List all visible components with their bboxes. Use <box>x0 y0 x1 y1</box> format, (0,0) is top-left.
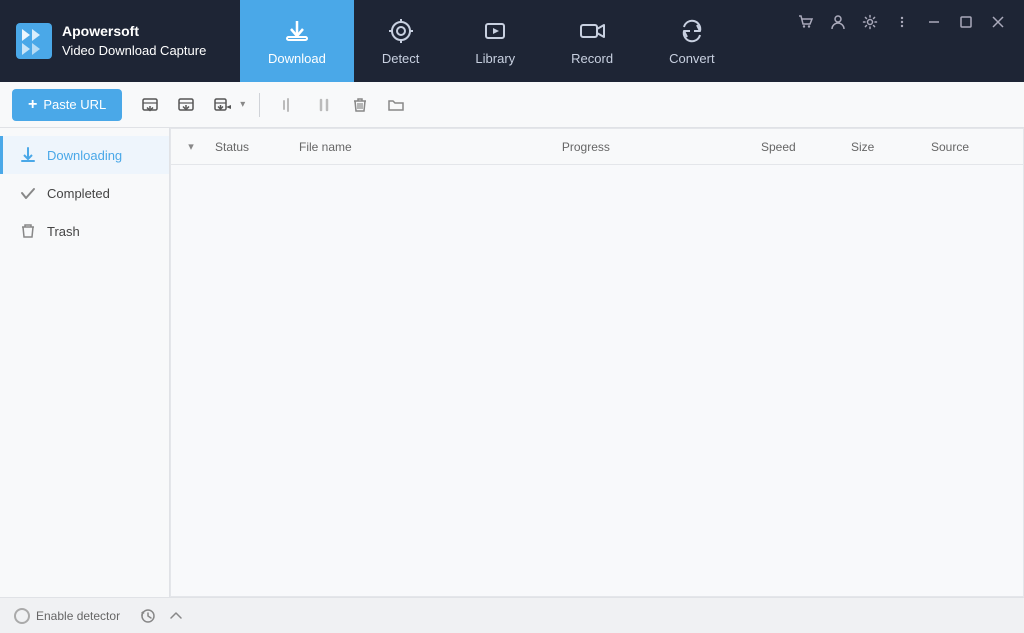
th-checkbox[interactable]: ▾ <box>171 140 211 153</box>
tab-download[interactable]: Download <box>240 0 354 82</box>
table-header: ▾ Status File name Progress Speed Size S… <box>171 129 1023 165</box>
history-icon <box>140 608 156 624</box>
download-options-icon <box>213 96 231 114</box>
company-name: Apowersoft <box>62 22 206 42</box>
tab-library[interactable]: Library <box>447 0 543 82</box>
th-status: Status <box>211 140 291 154</box>
import-browser-icon <box>141 96 159 114</box>
download-dropdown-arrow[interactable]: ▾ <box>238 97 247 112</box>
th-source: Source <box>923 140 1023 154</box>
toolbar-separator-1 <box>259 93 260 117</box>
download-url-icon <box>177 96 195 114</box>
app-logo-icon <box>16 23 52 59</box>
enable-detector-toggle[interactable]: Enable detector <box>14 608 120 624</box>
sidebar: Downloading Completed Trash <box>0 128 170 597</box>
toolbar: + Paste URL ▾ <box>0 82 1024 128</box>
main-area: Downloading Completed Trash ▾ Status Fil… <box>0 128 1024 597</box>
trash-sidebar-icon <box>19 222 37 240</box>
folder-icon <box>387 96 405 114</box>
completed-icon <box>19 184 37 202</box>
download-panel: ▾ Status File name Progress Speed Size S… <box>170 128 1024 597</box>
stop-icon <box>279 96 297 114</box>
statusbar-expand-button[interactable] <box>164 604 188 628</box>
library-tab-icon <box>481 17 509 45</box>
tab-record[interactable]: Record <box>543 0 641 82</box>
download-options-group: ▾ <box>206 89 247 121</box>
statusbar-history-button[interactable] <box>136 604 160 628</box>
record-tab-icon <box>578 17 606 45</box>
sidebar-item-trash[interactable]: Trash <box>0 212 169 250</box>
pause-button[interactable] <box>308 89 340 121</box>
convert-tab-icon <box>678 17 706 45</box>
sidebar-item-completed[interactable]: Completed <box>0 174 169 212</box>
pause-icon <box>315 96 333 114</box>
user-icon[interactable] <box>824 8 852 36</box>
cart-icon[interactable] <box>792 8 820 36</box>
table-body <box>171 165 1023 596</box>
app-logo: Apowersoft Video Download Capture <box>0 22 240 60</box>
th-filename: File name <box>291 140 554 154</box>
maximize-button[interactable] <box>952 8 980 36</box>
statusbar-controls <box>136 604 188 628</box>
stop-button[interactable] <box>272 89 304 121</box>
download-tab-icon <box>283 17 311 45</box>
trash-icon <box>351 96 369 114</box>
th-speed: Speed <box>753 140 843 154</box>
download-options-button[interactable] <box>206 89 238 121</box>
plus-icon: + <box>28 96 37 114</box>
statusbar: Enable detector <box>0 597 1024 633</box>
tab-detect[interactable]: Detect <box>354 0 448 82</box>
more-icon[interactable] <box>888 8 916 36</box>
logo-text: Apowersoft Video Download Capture <box>62 22 206 60</box>
header-dropdown-arrow[interactable]: ▾ <box>188 140 194 153</box>
settings-icon[interactable] <box>856 8 884 36</box>
app-title: Video Download Capture <box>62 42 206 60</box>
paste-url-button[interactable]: + Paste URL <box>12 89 122 121</box>
close-button[interactable] <box>984 8 1012 36</box>
download-url-button[interactable] <box>170 89 202 121</box>
open-folder-button[interactable] <box>380 89 412 121</box>
downloading-icon <box>19 146 37 164</box>
sidebar-item-downloading[interactable]: Downloading <box>0 136 169 174</box>
detector-status-indicator <box>14 608 30 624</box>
import-browser-button[interactable] <box>134 89 166 121</box>
window-controls <box>780 8 1024 36</box>
delete-button[interactable] <box>344 89 376 121</box>
minimize-button[interactable] <box>920 8 948 36</box>
th-progress: Progress <box>554 140 753 154</box>
detect-tab-icon <box>387 17 415 45</box>
chevron-up-icon <box>169 609 183 623</box>
titlebar: Apowersoft Video Download Capture Downlo… <box>0 0 1024 82</box>
tab-convert[interactable]: Convert <box>641 0 743 82</box>
th-size: Size <box>843 140 923 154</box>
